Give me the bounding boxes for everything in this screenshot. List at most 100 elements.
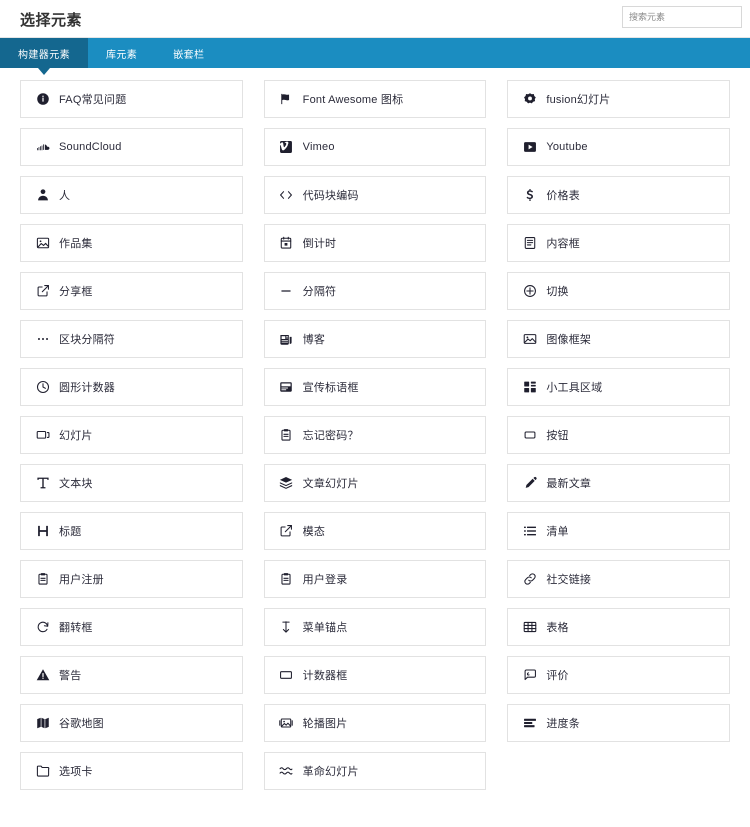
element-card[interactable]: 文章幻灯片: [263, 464, 487, 502]
element-card[interactable]: 分隔符: [263, 272, 487, 310]
element-card[interactable]: 进度条: [507, 704, 730, 742]
soundcloud-icon: [35, 140, 50, 155]
element-label: 翻转框: [59, 622, 93, 634]
element-label: Font Awesome 图标: [302, 94, 404, 106]
newspaper-icon: [279, 332, 294, 347]
element-label: 图像框架: [546, 334, 592, 346]
element-card[interactable]: 表格: [507, 608, 730, 646]
element-card[interactable]: 内容框: [507, 224, 730, 262]
element-label: 轮播图片: [302, 718, 348, 730]
testimonial-icon: [522, 668, 537, 683]
element-card[interactable]: 按钮: [507, 416, 730, 454]
element-card[interactable]: 切换: [507, 272, 730, 310]
minus-icon: [279, 284, 294, 299]
table-icon: [522, 620, 537, 635]
element-card[interactable]: 倒计时: [263, 224, 487, 262]
tab-label: 构建器元素: [18, 49, 70, 61]
element-label: 菜单锚点: [302, 622, 348, 634]
element-label: 计数器框: [302, 670, 348, 682]
element-label: 小工具区域: [546, 382, 603, 394]
element-label: 作品集: [59, 238, 93, 250]
element-label: 按钮: [546, 430, 569, 442]
element-card[interactable]: 人: [20, 176, 243, 214]
element-card[interactable]: 菜单锚点: [263, 608, 487, 646]
heading-icon: [35, 524, 50, 539]
calendar-icon: [279, 236, 294, 251]
element-card[interactable]: 用户注册: [20, 560, 243, 598]
element-label: FAQ常见问题: [59, 94, 127, 106]
element-card[interactable]: 翻转框: [20, 608, 243, 646]
element-label: 人: [59, 190, 71, 202]
link-icon: [522, 572, 537, 587]
search-input[interactable]: [622, 6, 742, 28]
tab-bar: 构建器元素 库元素 嵌套栏: [0, 38, 750, 75]
element-card[interactable]: 计数器框: [263, 656, 487, 694]
element-card[interactable]: 忘记密码？: [263, 416, 487, 454]
element-card[interactable]: 革命幻灯片: [263, 752, 487, 790]
element-card[interactable]: Youtube: [507, 128, 730, 166]
element-label: 谷歌地图: [59, 718, 104, 730]
element-label: 警告: [59, 670, 82, 682]
counter-box-icon: [279, 668, 294, 683]
element-grid: FAQ常见问题 Font Awesome 图标 fusion幻灯片 SoundClou…: [20, 80, 730, 790]
element-card[interactable]: 博客: [263, 320, 487, 358]
element-card[interactable]: 价格表: [507, 176, 730, 214]
element-card[interactable]: FAQ常见问题: [20, 80, 243, 118]
element-label: 区块分隔符: [59, 334, 115, 346]
element-card[interactable]: 宣传标语框: [263, 368, 487, 406]
element-card[interactable]: 轮播图片: [263, 704, 487, 742]
progress-bar-icon: [522, 716, 537, 731]
search-box[interactable]: [622, 6, 742, 28]
element-label: 进度条: [546, 718, 580, 730]
element-label: 忘记密码？: [302, 430, 359, 442]
clock-icon: [35, 380, 50, 395]
modal-header: 选择元素: [0, 0, 750, 38]
element-card[interactable]: 选项卡: [20, 752, 243, 790]
element-card[interactable]: 评价: [507, 656, 730, 694]
dollar-icon: [522, 188, 537, 203]
tab-label: 嵌套栏: [173, 49, 205, 61]
tab-1[interactable]: 构建器元素: [0, 38, 88, 75]
element-card[interactable]: 最新文章: [507, 464, 730, 502]
element-label: 模态: [302, 526, 326, 538]
waves-icon: [279, 764, 294, 779]
portfolio-icon: [35, 236, 50, 251]
warning-icon: [35, 668, 50, 683]
element-card[interactable]: 模态: [263, 512, 487, 550]
element-label: 评价: [546, 670, 569, 682]
element-card[interactable]: 圆形计数器: [20, 368, 243, 406]
button-icon: [522, 428, 537, 443]
elements-area: FAQ常见问题 Font Awesome 图标 fusion幻灯片 SoundClou…: [0, 68, 750, 790]
element-card[interactable]: 小工具区域: [507, 368, 730, 406]
toggle-icon: [522, 284, 537, 299]
ellipsis-icon: [35, 332, 50, 347]
element-card[interactable]: SoundCloud: [20, 128, 243, 166]
tab-2[interactable]: 库元素: [88, 38, 155, 68]
element-label: 清单: [546, 526, 569, 538]
element-card[interactable]: 代码块编码: [263, 176, 487, 214]
refresh-icon: [35, 620, 50, 635]
element-label: 倒计时: [302, 238, 337, 250]
element-card[interactable]: 标题: [20, 512, 243, 550]
carousel-icon: [279, 716, 294, 731]
share-box-icon: [35, 284, 50, 299]
element-card[interactable]: Font Awesome 图标: [263, 80, 487, 118]
element-card[interactable]: Vimeo: [263, 128, 487, 166]
element-card[interactable]: 幻灯片: [20, 416, 243, 454]
text-icon: [35, 476, 50, 491]
cog-icon: [522, 92, 537, 107]
element-card[interactable]: fusion幻灯片: [507, 80, 730, 118]
element-card[interactable]: 警告: [20, 656, 243, 694]
element-card[interactable]: 清单: [507, 512, 730, 550]
element-card[interactable]: 图像框架: [507, 320, 730, 358]
element-card[interactable]: 用户登录: [263, 560, 487, 598]
element-card[interactable]: 作品集: [20, 224, 243, 262]
element-label: 表格: [546, 622, 569, 634]
tab-3[interactable]: 嵌套栏: [155, 38, 222, 68]
element-card[interactable]: 区块分隔符: [20, 320, 243, 358]
youtube-icon: [522, 140, 537, 155]
element-card[interactable]: 分享框: [20, 272, 243, 310]
element-card[interactable]: 文本块: [20, 464, 243, 502]
element-card[interactable]: 社交链接: [507, 560, 730, 598]
element-card[interactable]: 谷歌地图: [20, 704, 243, 742]
